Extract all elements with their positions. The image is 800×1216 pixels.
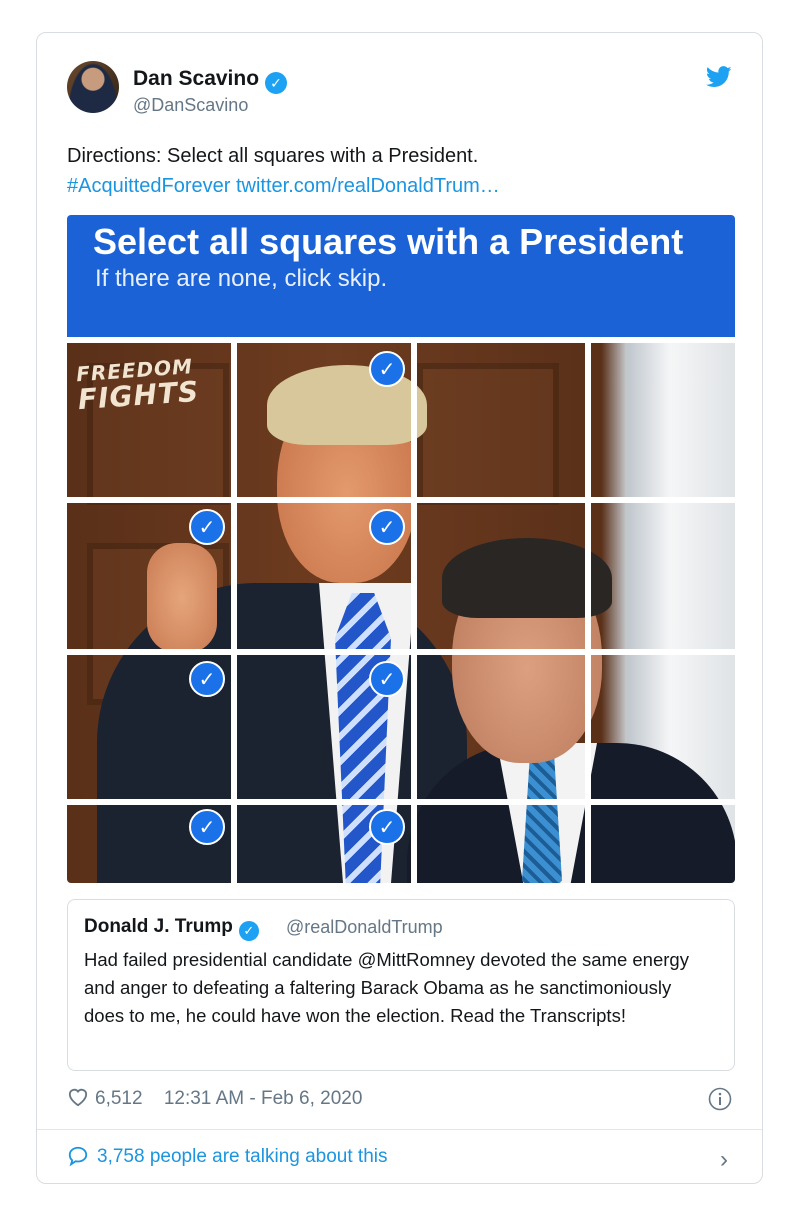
verified-icon: ✓ (265, 72, 288, 94)
captcha-photo: FREEDOM FIGHTS ✓ ✓ ✓ ✓ ✓ ✓ ✓ (67, 343, 735, 883)
tweet-meta: 6,512 12:31 AM - Feb 6, 2020 (67, 1087, 362, 1110)
captcha-banner: Select all squares with a President If t… (67, 215, 735, 337)
quoted-author-name: Donald J. Trump (84, 916, 233, 937)
grid-line (67, 497, 735, 503)
divider (37, 1129, 762, 1130)
heart-icon[interactable] (67, 1087, 89, 1107)
tweet-text: Directions: Select all squares with a Pr… (67, 141, 500, 201)
checkmark-icon: ✓ (189, 661, 225, 697)
verified-icon: ✓ (238, 921, 259, 941)
author-name-text[interactable]: Dan Scavino (133, 67, 259, 90)
checkmark-icon: ✓ (369, 809, 405, 845)
tweet-media[interactable]: Select all squares with a President If t… (67, 215, 735, 883)
grid-line (67, 799, 735, 805)
like-count[interactable]: 6,512 (95, 1088, 143, 1109)
freedom-fights-logo: FREEDOM FIGHTS (75, 353, 201, 417)
twitter-bird-icon[interactable] (706, 66, 732, 88)
tweet-card: Dan Scavino ✓ @DanScavino Directions: Sel… (36, 32, 763, 1184)
door-panel (417, 363, 559, 505)
avatar[interactable] (67, 61, 119, 113)
quoted-author: Donald J. Trump ✓ (84, 916, 259, 941)
checkmark-icon: ✓ (369, 351, 405, 387)
url-link[interactable]: twitter.com/realDonaldTrum… (236, 175, 500, 197)
banner-title: Select all squares with a President (93, 221, 684, 262)
checkmark-icon: ✓ (369, 509, 405, 545)
timestamp[interactable]: 12:31 AM - Feb 6, 2020 (164, 1088, 363, 1109)
grid-line (67, 649, 735, 655)
thumbs-up-hand (147, 543, 217, 653)
info-icon[interactable] (708, 1087, 732, 1111)
author-handle[interactable]: @DanScavino (133, 95, 248, 116)
checkmark-icon: ✓ (369, 661, 405, 697)
conversation-text[interactable]: 3,758 people are talking about this (97, 1146, 388, 1167)
reply-bubble-icon (68, 1146, 88, 1167)
banner-subtitle: If there are none, click skip. (95, 265, 388, 292)
chevron-right-icon[interactable]: › (720, 1146, 728, 1174)
conversation-link[interactable]: 3,758 people are talking about this (67, 1145, 388, 1168)
checkmark-icon: ✓ (189, 809, 225, 845)
hashtag-link[interactable]: #AcquittedForever (67, 175, 230, 197)
tweet-body: Directions: Select all squares with a Pr… (67, 145, 479, 167)
quoted-tweet[interactable]: Donald J. Trump ✓ @realDonaldTrump Had fa… (67, 899, 735, 1071)
quoted-handle: @realDonaldTrump (286, 917, 443, 937)
logo-line2: FIGHTS (76, 374, 201, 417)
checkmark-icon: ✓ (189, 509, 225, 545)
quoted-text: Had failed presidential candidate @MittR… (84, 949, 689, 1026)
author-name[interactable]: Dan Scavino ✓ (133, 67, 288, 94)
